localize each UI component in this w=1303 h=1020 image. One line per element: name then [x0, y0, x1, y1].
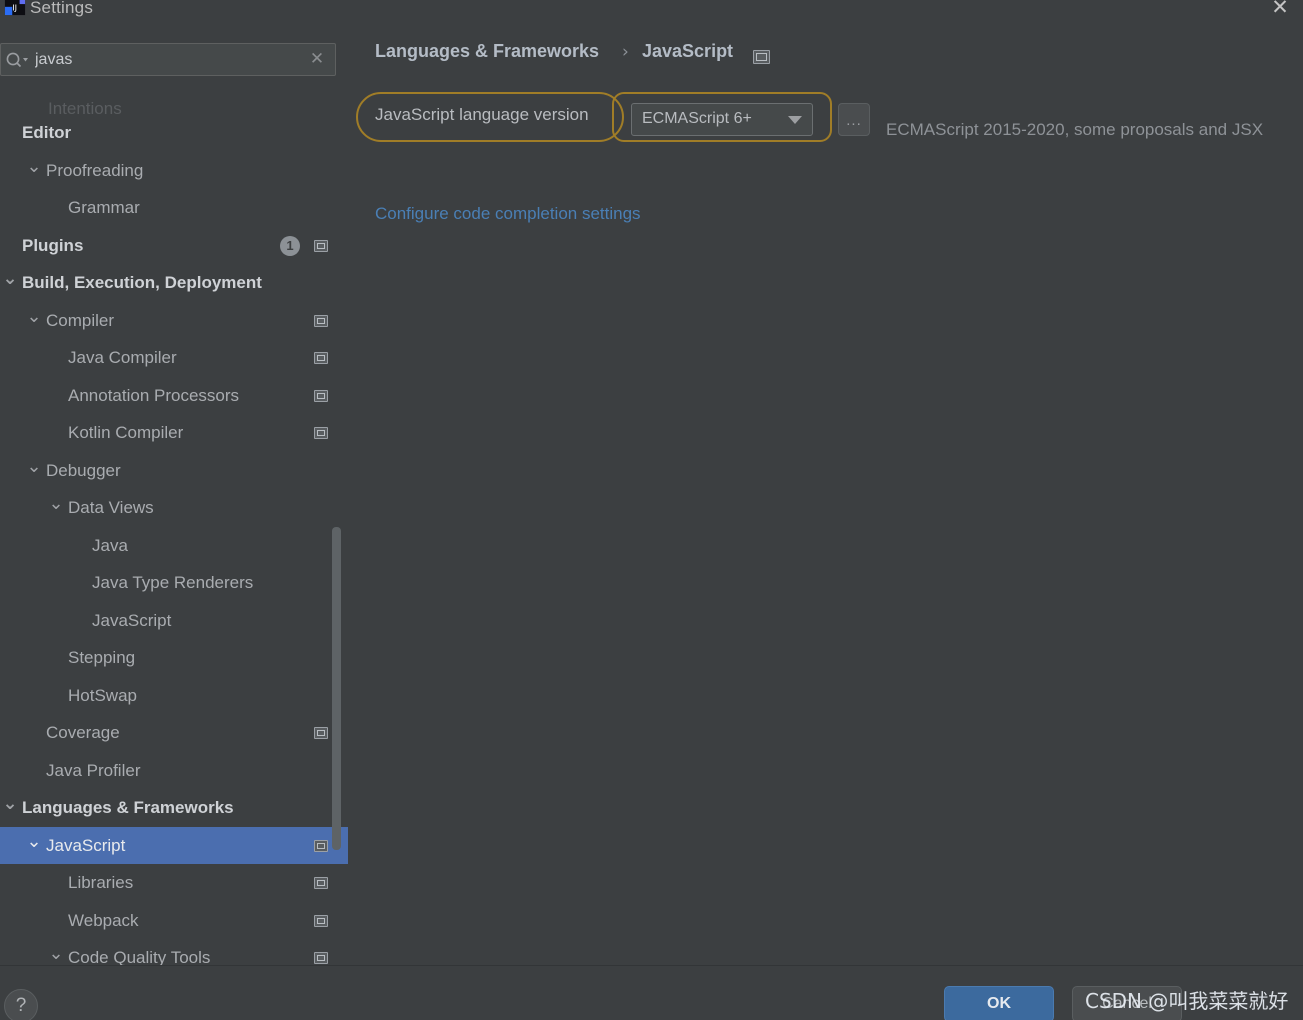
breadcrumb: Languages & Frameworks › JavaScript: [348, 30, 1303, 78]
settings-sidebar: ✕ Intentions Editor⌄ProofreadingGrammarP…: [0, 30, 348, 965]
sidebar-item-editor[interactable]: Editor: [0, 114, 348, 152]
project-scope-icon[interactable]: [314, 352, 328, 364]
settings-dialog: IJ Settings ✕ ✕ Intentions Editor⌄Proofr…: [0, 0, 1303, 1020]
sidebar-item-java-compiler[interactable]: Java Compiler: [0, 339, 348, 377]
sidebar-item-label: Editor: [22, 123, 72, 142]
sidebar-item-build-execution-deployment[interactable]: ⌄ Build, Execution, Deployment: [0, 264, 348, 302]
sidebar-item-libraries[interactable]: Libraries: [0, 864, 348, 902]
sidebar-item-kotlin-compiler[interactable]: Kotlin Compiler: [0, 414, 348, 452]
sidebar-item-grammar[interactable]: Grammar: [0, 189, 348, 227]
chevron-down-icon[interactable]: ⌄: [26, 452, 42, 482]
sidebar-item-label: Java Profiler: [46, 760, 141, 780]
project-scope-icon[interactable]: [314, 389, 328, 402]
breadcrumb-separator: ›: [622, 42, 629, 62]
sidebar-item-java-profiler[interactable]: Java Profiler: [0, 752, 348, 790]
project-scope-icon[interactable]: [314, 877, 328, 889]
sidebar-item-coverage[interactable]: Coverage: [0, 714, 348, 752]
sidebar-item-javascript[interactable]: ⌄ JavaScript: [0, 826, 348, 864]
sidebar-item-label: Languages & Frameworks: [22, 798, 234, 817]
sidebar-item-label: Annotation Processors: [68, 385, 240, 405]
sidebar-item-code-quality-tools[interactable]: ⌄ Code Quality Tools: [0, 939, 348, 965]
chevron-down-icon: [788, 116, 802, 124]
sidebar-item-label: JavaScript: [92, 610, 172, 630]
sidebar-item-label: Proofreading: [46, 160, 144, 180]
cancel-button[interactable]: Cancel: [1072, 986, 1182, 1020]
help-button[interactable]: ?: [4, 989, 38, 1020]
language-version-value: ECMAScript 6+: [642, 110, 752, 127]
sidebar-item-label: JavaScript: [46, 835, 126, 855]
chevron-down-icon[interactable]: ⌄: [26, 827, 42, 857]
search-field[interactable]: ✕: [0, 43, 336, 76]
language-version-select[interactable]: ECMAScript 6+: [631, 103, 813, 136]
sidebar-item-label: Code Quality Tools: [68, 948, 211, 965]
sidebar-item-label: Java: [92, 535, 128, 555]
sidebar-item-plugins[interactable]: Plugins 1: [0, 227, 348, 265]
settings-tree: Intentions Editor ⌄ Proofreading Grammar Plu…: [0, 84, 348, 965]
language-version-description: ECMAScript 2015-2020, some proposals and…: [886, 120, 1264, 139]
sidebar-item-label: Java Type Renderers: [92, 573, 254, 592]
sidebar-item-label: Data Views: [68, 498, 154, 517]
sidebar-item-debugger[interactable]: ⌄ Debugger: [0, 452, 348, 490]
chevron-down-icon[interactable]: ⌄: [26, 302, 42, 332]
sidebar-item-languages-frameworks[interactable]: ⌄ Languages & Frameworks: [0, 789, 348, 827]
sidebar-item-hotswap[interactable]: HotSwap: [0, 677, 348, 715]
sidebar-item-compiler[interactable]: ⌄ Compiler: [0, 302, 348, 340]
search-icon[interactable]: [5, 51, 29, 69]
sidebar-item-data-views[interactable]: ⌄ Data Views: [0, 489, 348, 527]
sidebar-item-label: Kotlin Compiler: [68, 423, 184, 442]
sidebar-item-label: Build, Execution, Deployment: [22, 273, 262, 292]
search-input[interactable]: [35, 44, 295, 75]
configure-code-completion-link[interactable]: Configure code completion settings: [375, 204, 641, 224]
sidebar-item-label: Libraries: [68, 873, 134, 892]
settings-main-panel: Languages & Frameworks › JavaScript Java…: [348, 30, 1303, 965]
breadcrumb-current: JavaScript: [642, 41, 734, 61]
sidebar-item-proofreading[interactable]: ⌄ Proofreading: [0, 152, 348, 190]
sidebar-item-label: Coverage: [46, 723, 120, 742]
project-scope-icon[interactable]: [314, 952, 328, 964]
plugin-update-count-badge: 1: [280, 235, 300, 256]
project-scope-icon[interactable]: [314, 839, 328, 852]
ok-button[interactable]: OK: [944, 986, 1054, 1020]
sidebar-item-annotation-processors[interactable]: Annotation Processors: [0, 377, 348, 415]
chevron-down-icon[interactable]: ⌄: [2, 264, 18, 294]
browse-button[interactable]: ...: [838, 103, 870, 136]
project-scope-icon[interactable]: [314, 314, 328, 327]
chevron-down-icon[interactable]: ⌄: [26, 152, 42, 182]
project-scope-icon[interactable]: [753, 50, 770, 64]
sidebar-item-label: Java Compiler: [68, 348, 177, 367]
sidebar-item-label: HotSwap: [68, 685, 137, 705]
sidebar-item-javascript[interactable]: JavaScript: [0, 602, 348, 640]
language-version-label: JavaScript language version: [375, 105, 589, 124]
window-title: Settings: [30, 0, 94, 17]
dialog-button-bar: ? OK Cancel: [0, 965, 1303, 1020]
browse-button-label: ...: [846, 112, 862, 129]
project-scope-icon[interactable]: [314, 914, 328, 927]
clear-icon[interactable]: ✕: [307, 49, 327, 69]
javascript-settings-content: JavaScript language version ECMAScript 6…: [348, 78, 1303, 965]
breadcrumb-parent[interactable]: Languages & Frameworks: [375, 41, 599, 62]
sidebar-item-label: Debugger: [46, 460, 121, 480]
chevron-down-icon[interactable]: ⌄: [2, 789, 18, 819]
sidebar-item-label: Compiler: [46, 310, 115, 330]
sidebar-item-label: Webpack: [68, 910, 139, 930]
chevron-down-icon[interactable]: ⌄: [48, 489, 64, 519]
sidebar-item-label: Grammar: [68, 198, 140, 217]
chevron-down-icon[interactable]: ⌄: [48, 939, 64, 965]
svg-text:IJ: IJ: [12, 3, 17, 13]
sidebar-item-label: Plugins: [22, 235, 84, 255]
title-bar: IJ Settings ✕: [0, 0, 1303, 30]
sidebar-item-webpack[interactable]: Webpack: [0, 902, 348, 940]
sidebar-item-java-type-renderers[interactable]: Java Type Renderers: [0, 564, 348, 602]
close-icon[interactable]: ✕: [1269, 0, 1291, 18]
project-scope-icon[interactable]: [314, 239, 328, 252]
project-scope-icon[interactable]: [314, 427, 328, 439]
project-scope-icon[interactable]: [314, 727, 328, 739]
sidebar-item-java[interactable]: Java: [0, 527, 348, 565]
sidebar-item-stepping[interactable]: Stepping: [0, 639, 348, 677]
scrollbar-thumb[interactable]: [332, 527, 341, 850]
intellij-idea-logo: IJ: [4, 0, 26, 16]
sidebar-item-label: Stepping: [68, 648, 136, 667]
